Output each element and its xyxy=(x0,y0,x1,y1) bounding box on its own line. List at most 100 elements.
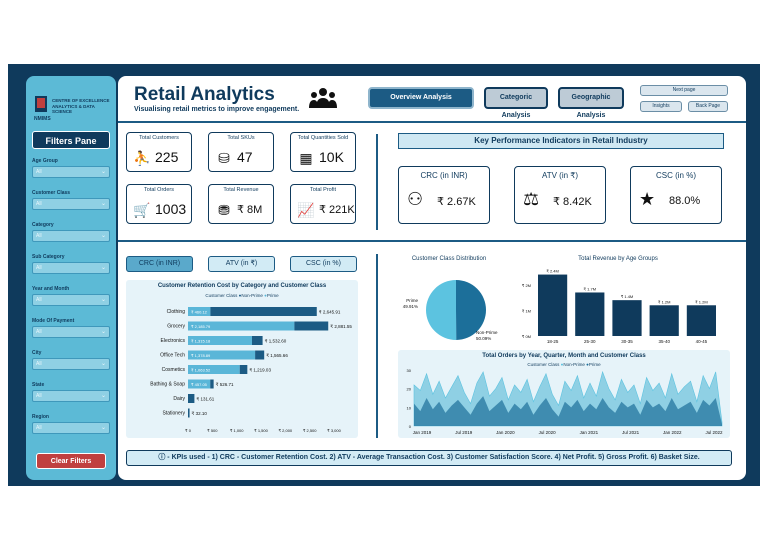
category-label: Clothing xyxy=(167,309,186,315)
pie-slice xyxy=(426,280,457,340)
total-data-label: ₹ 526.71 xyxy=(216,382,234,387)
kpi-value: 1003 xyxy=(155,201,187,217)
kpi-total-skus: Total SKUs ⛁ 47 xyxy=(208,132,274,172)
logo-org-text: CENTRE OF EXCELLENCE ANALYTICS & DATA SCI… xyxy=(52,98,110,114)
back-page-button[interactable]: Back Page xyxy=(688,101,728,112)
kpi-value: 88.0% xyxy=(669,195,701,207)
category-label: Stationery xyxy=(162,411,185,417)
chevron-down-icon: ⌄ xyxy=(100,169,106,175)
x-tick-label: Jul 2022 xyxy=(705,430,723,435)
x-tick-label: Jul 2021 xyxy=(622,430,640,435)
category-label: Grocery xyxy=(167,324,185,330)
x-tick-label: 18-25 xyxy=(547,339,559,344)
boxes-icon: ▦ xyxy=(299,150,313,166)
geographic-analysis-button[interactable]: Geographic Analysis xyxy=(558,87,624,119)
filter-value: All xyxy=(36,425,42,431)
revenue-bar xyxy=(649,305,679,336)
coins-icon: ⛃ xyxy=(218,202,230,218)
cart-icon: 🛒 xyxy=(133,202,151,218)
category-label: Electronics xyxy=(161,338,186,344)
x-tick-label: 25-30 xyxy=(584,339,596,344)
revenue-bar xyxy=(538,274,568,336)
kpi-total-revenue: Total Revenue ⛃ ₹ 8M xyxy=(208,184,274,224)
kpi-csc: CSC (in %) ★ 88.0% xyxy=(630,166,722,224)
filter-label: State xyxy=(32,382,45,388)
filter-age-group: Age Group All ⌄ xyxy=(32,158,110,178)
bar-data-label: ₹ 1.2M xyxy=(658,299,671,304)
x-tick-label: Jan 2022 xyxy=(663,430,682,435)
chart-divider xyxy=(376,254,378,438)
retention-icon: ⚇ xyxy=(407,189,424,209)
chevron-down-icon: ⌄ xyxy=(100,297,106,303)
filter-dropdown[interactable]: All ⌄ xyxy=(32,198,110,210)
filter-label: Sub Category xyxy=(32,254,65,260)
filter-value: All xyxy=(36,297,42,303)
bar-non-prime xyxy=(239,365,248,374)
filter-mode-of-payment: Mode Of Payment All ⌄ xyxy=(32,318,110,338)
total-data-label: ₹ 1,565.66 xyxy=(266,353,288,358)
bar-data-label: ₹ 460.12 xyxy=(191,310,208,315)
kpi-total-profit: Total Profit 📈 ₹ 221K xyxy=(290,184,356,224)
bar-data-label: ₹ 1,378.89 xyxy=(191,353,211,358)
x-tick-label: Jul 2019 xyxy=(455,430,473,435)
x-tick-label: Jul 2020 xyxy=(539,430,557,435)
filter-dropdown[interactable]: All ⌄ xyxy=(32,294,110,306)
pie-label: Non-Prime xyxy=(476,330,498,335)
bar-non-prime xyxy=(255,350,265,360)
y-tick-label: ₹ 2M xyxy=(522,283,531,288)
bar-non-prime xyxy=(210,379,214,389)
kpi-label: CRC (in INR) xyxy=(420,171,468,180)
total-data-label: ₹ 2,881.55 xyxy=(330,324,352,329)
filter-dropdown[interactable]: All ⌄ xyxy=(32,326,110,338)
filter-dropdown[interactable]: All ⌄ xyxy=(32,230,110,242)
toggle-crc[interactable]: CRC (in INR) xyxy=(126,256,193,272)
total-data-label: ₹ 1,219.03 xyxy=(249,368,271,373)
kpi-total-quantities: Total Quantities Sold ▦ 10K xyxy=(290,132,356,172)
kpi-label: Total SKUs xyxy=(227,135,255,141)
x-tick-label: ₹ 0 xyxy=(185,428,192,433)
filter-value: All xyxy=(36,329,42,335)
filter-dropdown[interactable]: All ⌄ xyxy=(32,422,110,434)
page-title: Retail Analytics xyxy=(134,84,275,105)
y-tick-label: 10 xyxy=(407,405,412,410)
category-label: Bathing & Soap xyxy=(150,382,185,388)
filter-label: Mode Of Payment xyxy=(32,318,75,324)
revenue-bar xyxy=(612,300,642,336)
x-tick-label: ₹ 2,500 xyxy=(303,428,317,433)
toggle-csc[interactable]: CSC (in %) xyxy=(290,256,357,272)
filter-dropdown[interactable]: All ⌄ xyxy=(32,262,110,274)
orders-area-chart-panel: Total Orders by Year, Quarter, Month and… xyxy=(398,350,730,438)
y-tick-label: ₹ 0M xyxy=(522,334,531,339)
y-tick-label: ₹ 1M xyxy=(522,308,531,313)
mid-divider xyxy=(118,240,746,242)
total-data-label: ₹ 131.61 xyxy=(196,397,214,402)
x-tick-label: 35-40 xyxy=(658,339,670,344)
clear-filters-button[interactable]: Clear Filters xyxy=(36,453,106,469)
toggle-atv[interactable]: ATV (in ₹) xyxy=(208,256,275,272)
filter-year-and-month: Year and Month All ⌄ xyxy=(32,286,110,306)
total-data-label: ₹ 2,645.91 xyxy=(319,310,341,315)
bar-non-prime xyxy=(188,394,195,403)
total-data-label: ₹ 32.10 xyxy=(192,411,208,416)
overview-analysis-button[interactable]: Overview Analysis xyxy=(368,87,474,109)
kpi-value: 10K xyxy=(319,149,344,165)
next-page-button[interactable]: Next page xyxy=(640,85,728,96)
rating-icon: ★ xyxy=(639,189,656,209)
kpi-total-orders: Total Orders 🛒 1003 xyxy=(126,184,192,224)
filter-value: All xyxy=(36,265,42,271)
filter-dropdown[interactable]: All ⌄ xyxy=(32,390,110,402)
total-data-label: ₹ 1,532.60 xyxy=(265,339,287,344)
customer-icon: ⛹ xyxy=(133,150,151,166)
filter-dropdown[interactable]: All ⌄ xyxy=(32,358,110,370)
kpi-value: ₹ 8.42K xyxy=(553,196,592,208)
x-tick-label: 30-35 xyxy=(621,339,633,344)
filters-pane-title: Filters Pane xyxy=(32,131,110,149)
page-subtitle: Visualising retail metrics to improve en… xyxy=(134,106,300,113)
y-tick-label: 20 xyxy=(407,387,412,392)
filter-category: Category All ⌄ xyxy=(32,222,110,242)
filter-dropdown[interactable]: All ⌄ xyxy=(32,166,110,178)
kpi-label: Total Quantities Sold xyxy=(297,135,349,141)
insights-button[interactable]: Insights xyxy=(640,101,682,112)
categoric-analysis-button[interactable]: Categoric Analysis xyxy=(484,87,548,119)
kpi-total-customers: Total Customers ⛹ 225 xyxy=(126,132,192,172)
